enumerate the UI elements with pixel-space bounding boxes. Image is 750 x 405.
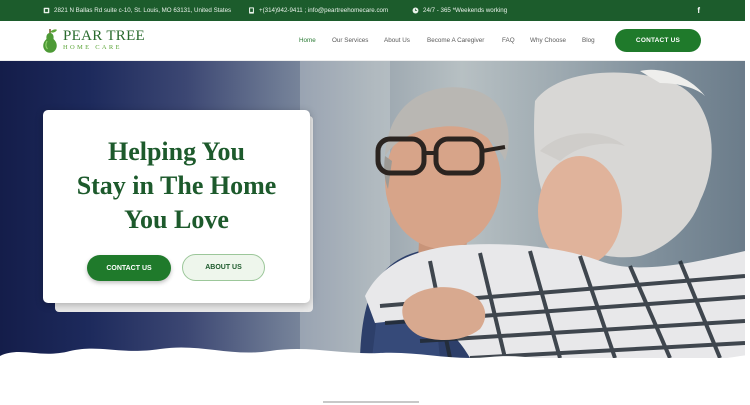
address-item: 2821 N Ballas Rd suite c-10, St. Louis, … [43,0,231,21]
hero-card: Helping You Stay in The Home You Love CO… [43,110,310,303]
clock-icon [412,7,419,14]
header-contact-button[interactable]: CONTACT US [615,29,701,52]
hero-headline-line-2: Stay in The Home [76,171,277,200]
hero-about-button[interactable]: ABOUT US [182,254,265,281]
facebook-icon[interactable]: f [697,0,700,21]
site-header: PEAR TREE HOME CARE Home Our Services Ab… [0,21,745,61]
contact-item[interactable]: +(314)942-9411 ; info@peartreehomecare.c… [248,0,388,21]
nav-our-services[interactable]: Our Services [332,37,368,44]
contact-text[interactable]: +(314)942-9411 ; info@peartreehomecare.c… [259,7,388,14]
hero-headline: Helping You Stay in The Home You Love [43,135,310,237]
hero-wave-divider [0,347,745,358]
logo-title: PEAR TREE [63,27,146,44]
nav-become-a-caregiver[interactable]: Become A Caregiver [427,37,484,44]
logo[interactable]: PEAR TREE HOME CARE [40,26,145,54]
nav-faq[interactable]: FAQ [502,37,515,44]
nav-home[interactable]: Home [299,37,316,44]
phone-icon [248,7,255,14]
hours-item: 24/7 - 365 *Weekends working [412,0,507,21]
horizontal-scrollbar[interactable] [323,401,419,403]
location-icon [43,7,50,14]
hero-headline-line-1: Helping You [107,137,246,166]
page: 2821 N Ballas Rd suite c-10, St. Louis, … [0,0,750,405]
nav-about-us[interactable]: About Us [384,37,410,44]
logo-subtitle: HOME CARE [63,43,122,51]
hero-contact-button[interactable]: CONTACT US [87,255,171,281]
address-text: 2821 N Ballas Rd suite c-10, St. Louis, … [54,7,232,14]
nav-why-choose[interactable]: Why Choose [530,37,566,44]
pear-logo-icon [43,29,57,53]
nav-blog[interactable]: Blog [582,37,595,44]
top-info-bar: 2821 N Ballas Rd suite c-10, St. Louis, … [0,0,745,21]
hours-text: 24/7 - 365 *Weekends working [423,7,508,14]
hero-headline-line-3: You Love [124,205,229,234]
